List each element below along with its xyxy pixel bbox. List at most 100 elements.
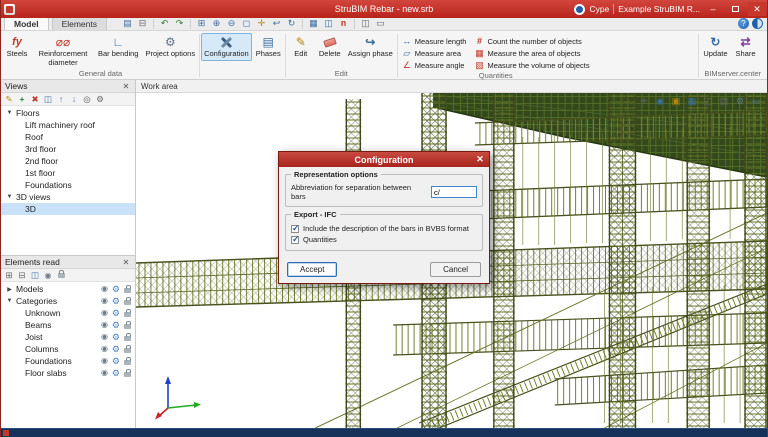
help-icon[interactable]: ? [738,18,749,29]
visibility-icon[interactable]: ◉ [101,308,108,318]
save-icon[interactable]: ▤ [121,18,134,29]
lock-icon[interactable] [124,356,131,365]
maximize-button[interactable] [726,2,744,16]
lock-icon[interactable] [124,332,131,341]
layout-columns-icon[interactable]: ◫ [322,18,335,29]
table-icon[interactable]: ▦ [307,18,320,29]
close-button[interactable]: ✕ [748,2,766,16]
visibility-icon[interactable]: ◉ [101,296,108,306]
gear-icon[interactable]: ⚙ [112,284,120,294]
abbreviation-input[interactable] [431,186,477,198]
edit-button[interactable]: ✎ Edit [287,33,315,61]
duplicate-view-icon[interactable]: ◫ [42,94,54,105]
bar-bending-button[interactable]: ∟ Bar bending [95,33,141,61]
lock-all-icon[interactable] [55,269,67,281]
undo-icon[interactable]: ↶ [158,18,171,29]
update-button[interactable]: ↻ Update [700,33,730,61]
expander-icon[interactable]: ▼ [5,194,14,200]
viewport-solid-view-icon[interactable]: ▣ [670,95,682,107]
zoom-in-icon[interactable]: ⊕ [210,18,223,29]
tree-group-models[interactable]: ▶ Models ◉ ⚙ [1,283,135,295]
share-button[interactable]: ⇄ Share [732,33,760,61]
viewport-monitor-icon[interactable]: ▭ [750,95,762,107]
lock-icon[interactable] [124,296,131,305]
zoom-out-icon[interactable]: ⊖ [225,18,238,29]
tree-group-categories[interactable]: ▼ Categories ◉ ⚙ [1,295,135,307]
tab-elements[interactable]: Elements [51,17,107,30]
zoom-extents-icon[interactable]: ◻ [240,18,253,29]
dialog-title-bar[interactable]: Configuration ✕ [279,152,489,167]
visibility-icon[interactable]: ◉ [101,284,108,294]
quantities-checkbox-row[interactable]: ✓ Quantities [291,234,477,245]
tab-model[interactable]: Model [4,17,49,30]
lock-icon[interactable] [124,284,131,293]
tree-group-3d-views[interactable]: ▼ 3D views [1,191,135,203]
elements-panel-close-icon[interactable]: ✕ [121,258,131,267]
columns-view-icon[interactable]: ◫ [29,270,41,281]
tree-item-columns[interactable]: Columns ◉ ⚙ [1,343,135,355]
visibility-icon[interactable]: ◉ [101,368,108,378]
viewport-layers-icon[interactable]: ▤ [718,95,730,107]
tree-item-unknown[interactable]: Unknown ◉ ⚙ [1,307,135,319]
cype-n-icon[interactable]: n [337,18,350,29]
gear-icon[interactable]: ⚙ [112,344,120,354]
gear-icon[interactable]: ⚙ [112,332,120,342]
previous-view-icon[interactable]: ↩ [270,18,283,29]
visibility-icon[interactable]: ◉ [101,332,108,342]
viewport-visibility-icon[interactable]: ◉ [654,95,666,107]
measure-length-button[interactable]: ↔ Measure length [402,35,466,47]
lock-icon[interactable] [124,344,131,353]
bvbs-checkbox[interactable]: ✓ [291,223,300,233]
delete-view-icon[interactable]: ✖ [29,94,41,105]
lock-icon[interactable] [124,368,131,377]
accept-button[interactable]: Accept [287,262,338,277]
assign-phase-button[interactable]: ↪ Assign phase [345,33,396,61]
expander-icon[interactable]: ▶ [5,286,14,293]
tile-windows-icon[interactable]: ◫ [359,18,372,29]
cancel-button[interactable]: Cancel [430,262,481,277]
views-settings-icon[interactable]: ⚙ [94,94,106,105]
measure-area-button[interactable]: ▱ Measure area [402,47,467,59]
gear-icon[interactable]: ⚙ [112,320,120,330]
gear-icon[interactable]: ⚙ [112,356,120,366]
viewport-split-icon[interactable]: ◫ [702,95,714,107]
lock-icon[interactable] [124,308,131,317]
delete-button[interactable]: Delete [316,33,344,61]
count-objects-button[interactable]: # Count the number of objects [474,35,589,47]
measure-object-area-button[interactable]: ▦ Measure the area of objects [474,47,589,59]
tree-item-3rd-floor[interactable]: 3rd floor [1,143,135,155]
tree-item-foundations[interactable]: Foundations [1,179,135,191]
tree-item-joist[interactable]: Joist ◉ ⚙ [1,331,135,343]
viewport-pan-icon[interactable]: ✛ [638,95,650,107]
quantities-checkbox[interactable]: ✓ [291,234,300,244]
redraw-icon[interactable]: ↻ [285,18,298,29]
add-view-icon[interactable]: + [16,94,28,105]
lock-icon[interactable] [124,320,131,329]
minimize-button[interactable]: – [704,2,722,16]
project-options-button[interactable]: ⚙ Project options [142,33,198,61]
monitor-icon[interactable]: ▭ [374,18,387,29]
move-down-icon[interactable]: ↓ [68,94,80,105]
title-bar[interactable]: StruBIM Rebar - new.srb Cype Example Str… [1,0,767,18]
print-icon[interactable]: ⊟ [136,18,149,29]
visibility-icon[interactable]: ◉ [101,344,108,354]
move-up-icon[interactable]: ↑ [55,94,67,105]
tree-item-2nd-floor[interactable]: 2nd floor [1,155,135,167]
tree-item-1st-floor[interactable]: 1st floor [1,167,135,179]
edit-view-icon[interactable]: ✎ [3,94,15,105]
collapse-all-icon[interactable]: ⊟ [16,270,28,281]
pan-icon[interactable]: ✛ [255,18,268,29]
gear-icon[interactable]: ⚙ [112,308,120,318]
viewport-settings-icon[interactable]: ⚙ [734,95,746,107]
app-icon[interactable] [4,3,15,15]
tree-group-floors[interactable]: ▼ Floors [1,107,135,119]
isolate-view-icon[interactable]: ◎ [81,94,93,105]
tree-item-roof[interactable]: Roof [1,131,135,143]
measure-object-volume-button[interactable]: ▧ Measure the volume of objects [474,59,589,71]
views-panel-close-icon[interactable]: ✕ [121,82,131,91]
sync-icon[interactable] [752,18,763,29]
steels-button[interactable]: fy Steels [3,33,31,61]
visibility-icon[interactable]: ◉ [101,320,108,330]
dialog-close-icon[interactable]: ✕ [473,153,487,165]
bvbs-checkbox-row[interactable]: ✓ Include the description of the bars in… [291,223,477,234]
